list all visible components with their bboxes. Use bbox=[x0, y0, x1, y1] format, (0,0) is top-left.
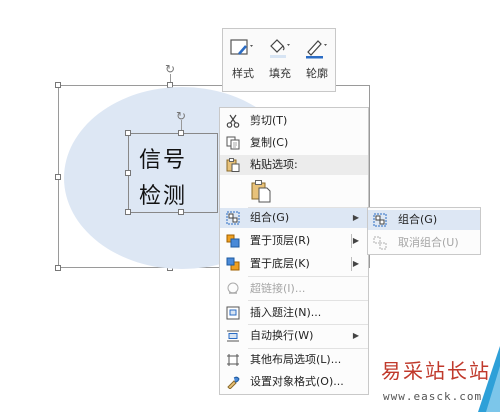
menu-item-label: 置于底层(K) bbox=[250, 257, 310, 270]
layout-options-icon bbox=[227, 354, 239, 366]
textbox-resize-handle[interactable] bbox=[178, 209, 184, 215]
textbox-resize-handle[interactable] bbox=[178, 130, 184, 136]
menu-separator bbox=[248, 276, 368, 277]
context-menu: 剪切(T) 复制(C) 粘贴选项: 组合(G) ▶ 置于顶层(R) ▶ 置于底层… bbox=[219, 107, 369, 395]
textbox-resize-handle[interactable] bbox=[125, 130, 131, 136]
watermark-url: www.easck.com bbox=[383, 390, 483, 403]
submenu-item-label: 组合(G) bbox=[398, 213, 438, 226]
group-resize-handle[interactable] bbox=[55, 174, 61, 180]
group-icon bbox=[226, 211, 240, 225]
menu-item-hyperlink[interactable]: 超链接(I)... bbox=[220, 279, 368, 299]
textbox-rotate-handle-icon[interactable]: ↻ bbox=[175, 110, 187, 122]
caption-icon bbox=[226, 306, 240, 320]
textbox-line-1: 信号 bbox=[139, 148, 188, 173]
submenu-arrow-icon: ▶ bbox=[352, 331, 359, 340]
submenu-item-group[interactable]: 组合(G) bbox=[368, 210, 480, 230]
group-resize-handle[interactable] bbox=[55, 82, 61, 88]
style-label: 样式 bbox=[232, 67, 254, 80]
submenu-arrow-icon: ▶ bbox=[352, 236, 359, 245]
menu-item-copy[interactable]: 复制(C) bbox=[220, 133, 368, 153]
hyperlink-icon bbox=[227, 282, 239, 294]
watermark-corner-graphic bbox=[478, 346, 500, 412]
menu-item-label: 剪切(T) bbox=[250, 114, 288, 127]
style-button[interactable]: 样式 bbox=[226, 35, 260, 81]
paste-icon bbox=[226, 158, 240, 172]
group-resize-handle[interactable] bbox=[55, 265, 61, 271]
shape-style-icon bbox=[230, 39, 253, 55]
group-submenu: 组合(G) 取消组合(U) bbox=[367, 207, 481, 255]
mini-toolbar: 样式 填充 轮廓 bbox=[222, 28, 336, 92]
text-box[interactable]: 信号 检测 bbox=[128, 133, 218, 213]
fill-button[interactable]: 填充 bbox=[263, 35, 297, 81]
outline-button[interactable]: 轮廓 bbox=[300, 35, 334, 81]
menu-item-send-to-back[interactable]: 置于底层(K) ▶ bbox=[220, 254, 368, 274]
menu-item-wrap-text[interactable]: 自动换行(W) ▶ bbox=[220, 326, 368, 346]
menu-item-label: 超链接(I)... bbox=[250, 282, 306, 295]
menu-item-format-object[interactable]: 设置对象格式(O)... bbox=[220, 372, 368, 392]
menu-item-label: 插入题注(N)... bbox=[250, 306, 322, 319]
menu-item-label: 自动换行(W) bbox=[250, 329, 314, 342]
menu-item-more-layout-options[interactable]: 其他布局选项(L)... bbox=[220, 350, 368, 370]
paint-bucket-icon bbox=[270, 39, 290, 58]
menu-item-group[interactable]: 组合(G) ▶ bbox=[220, 208, 368, 228]
ungroup-icon bbox=[373, 236, 387, 250]
submenu-arrow-icon: ▶ bbox=[352, 259, 359, 268]
wrap-text-icon bbox=[227, 330, 239, 342]
split-divider bbox=[351, 257, 352, 271]
fill-label: 填充 bbox=[269, 67, 291, 80]
textbox-resize-handle[interactable] bbox=[125, 209, 131, 215]
submenu-arrow-icon: ▶ bbox=[352, 213, 359, 222]
menu-item-label: 其他布局选项(L)... bbox=[250, 353, 342, 366]
menu-item-paste-options: 粘贴选项: bbox=[220, 155, 368, 175]
menu-separator bbox=[248, 300, 368, 301]
bring-to-front-icon bbox=[226, 234, 240, 248]
group-rotate-handle-icon[interactable]: ↻ bbox=[164, 63, 176, 75]
paste-keep-format-button[interactable] bbox=[250, 179, 272, 203]
menu-separator bbox=[248, 324, 368, 325]
menu-item-bring-to-front[interactable]: 置于顶层(R) ▶ bbox=[220, 231, 368, 251]
submenu-item-ungroup[interactable]: 取消组合(U) bbox=[368, 233, 480, 253]
format-object-icon bbox=[227, 376, 240, 389]
shape-outline-icon bbox=[306, 40, 327, 59]
send-to-back-icon bbox=[226, 257, 240, 271]
textbox-resize-handle[interactable] bbox=[125, 170, 131, 176]
menu-item-label: 复制(C) bbox=[250, 136, 289, 149]
split-divider bbox=[351, 234, 352, 248]
submenu-item-label: 取消组合(U) bbox=[398, 236, 459, 249]
clipboard-icon bbox=[251, 180, 271, 203]
scissors-icon bbox=[226, 114, 240, 128]
copy-icon bbox=[226, 136, 240, 150]
group-icon bbox=[373, 213, 387, 227]
outline-label: 轮廓 bbox=[306, 67, 328, 80]
menu-item-insert-caption[interactable]: 插入题注(N)... bbox=[220, 303, 368, 323]
textbox-line-2: 检测 bbox=[139, 184, 188, 209]
menu-item-label: 粘贴选项: bbox=[250, 158, 298, 171]
menu-item-label: 置于顶层(R) bbox=[250, 234, 311, 247]
menu-item-label: 组合(G) bbox=[250, 211, 290, 224]
menu-separator bbox=[248, 348, 368, 349]
menu-item-cut[interactable]: 剪切(T) bbox=[220, 111, 368, 131]
menu-item-label: 设置对象格式(O)... bbox=[250, 375, 344, 388]
